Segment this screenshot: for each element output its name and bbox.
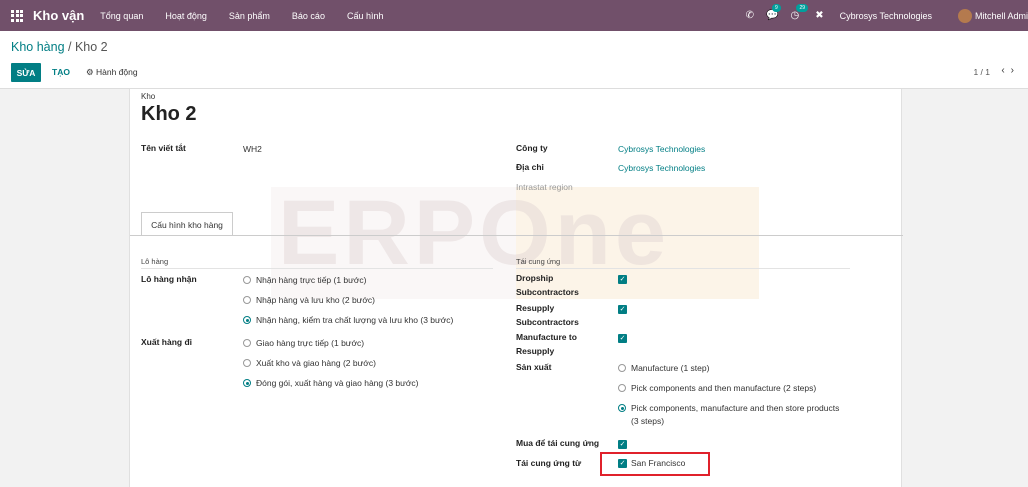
company-link[interactable]: Cybrosys Technologies bbox=[618, 144, 705, 154]
company-label: Công ty bbox=[516, 143, 548, 153]
address-label: Địa chỉ bbox=[516, 162, 544, 172]
buy-resupply-checkbox[interactable]: ✓ bbox=[618, 440, 627, 449]
resupply-from-label: Tái cung ứng từ bbox=[516, 458, 582, 468]
radio-icon bbox=[243, 359, 251, 367]
incoming-option-2-label: Nhập hàng và lưu kho (2 bước) bbox=[256, 295, 376, 305]
menu-reporting[interactable]: Báo cáo bbox=[292, 11, 325, 21]
highlight-box bbox=[600, 452, 710, 476]
radio-icon bbox=[243, 296, 251, 304]
manufacture-option-2-label: Pick components and then manufacture (2 … bbox=[631, 383, 817, 393]
tab-divider bbox=[130, 235, 903, 236]
app-name[interactable]: Kho vận bbox=[33, 8, 84, 23]
shipments-group-line bbox=[141, 268, 493, 269]
resupply-subcontractors-label: Resupply Subcontractors bbox=[516, 303, 579, 327]
resupply-group-line bbox=[516, 268, 850, 269]
radio-icon bbox=[618, 364, 626, 372]
menu-configuration[interactable]: Cấu hình bbox=[347, 11, 384, 21]
chat-icon[interactable]: 💬 9 bbox=[766, 4, 781, 21]
manufacture-option-1-label: Manufacture (1 step) bbox=[631, 363, 710, 373]
control-panel: Kho hàng / Kho 2 SỬA TẠO ⚙ Hành động 1 /… bbox=[0, 31, 1028, 89]
breadcrumb-separator: / bbox=[64, 40, 75, 54]
manufacture-option-1[interactable]: Manufacture (1 step) bbox=[618, 363, 709, 373]
manufacture-option-3-cont: (3 steps) bbox=[631, 416, 665, 426]
outgoing-option-2-label: Xuất kho và giao hàng (2 bước) bbox=[256, 358, 376, 368]
manufacture-option-3[interactable]: Pick components, manufacture and then st… bbox=[618, 403, 839, 413]
avatar[interactable] bbox=[957, 8, 972, 23]
incoming-option-3[interactable]: Nhận hàng, kiểm tra chất lượng và lưu kh… bbox=[243, 315, 453, 325]
radio-selected-icon bbox=[243, 379, 251, 387]
watermark-text: ERPOne bbox=[278, 182, 671, 284]
outgoing-option-3[interactable]: Đóng gói, xuất hàng và giao hàng (3 bước… bbox=[243, 378, 418, 388]
manufacture-option-3-label: Pick components, manufacture and then st… bbox=[631, 403, 840, 413]
short-name-value: WH2 bbox=[243, 144, 262, 154]
incoming-option-1[interactable]: Nhận hàng trực tiếp (1 bước) bbox=[243, 275, 367, 285]
activity-icon[interactable]: ◷ 29 bbox=[790, 4, 809, 21]
breadcrumb-parent[interactable]: Kho hàng bbox=[11, 40, 65, 54]
outgoing-option-1-label: Giao hàng trực tiếp (1 bước) bbox=[256, 338, 365, 348]
create-button[interactable]: TẠO bbox=[52, 67, 70, 77]
resupply-group-title: Tái cung ứng bbox=[516, 257, 561, 266]
warehouse-name: Kho 2 bbox=[141, 103, 197, 125]
dropship-checkbox[interactable]: ✓ bbox=[618, 275, 627, 284]
tab-warehouse-config[interactable]: Cấu hình kho hàng bbox=[141, 212, 233, 236]
incoming-option-1-label: Nhận hàng trực tiếp (1 bước) bbox=[256, 275, 367, 285]
intrastat-label: Intrastat region bbox=[516, 182, 573, 192]
chevron-right-icon[interactable]: › bbox=[1011, 65, 1020, 76]
radio-selected-icon bbox=[618, 404, 626, 412]
chevron-left-icon[interactable]: ‹ bbox=[1001, 65, 1010, 76]
radio-selected-icon bbox=[243, 316, 251, 324]
menu-products[interactable]: Sản phẩm bbox=[229, 11, 270, 21]
address-link[interactable]: Cybrosys Technologies bbox=[618, 163, 705, 173]
manufacture-label: Sản xuất bbox=[516, 362, 552, 372]
activity-badge: 29 bbox=[796, 4, 809, 12]
top-navbar: Kho vận Tổng quan Hoạt động Sản phẩm Báo… bbox=[0, 0, 1028, 31]
incoming-option-3-label: Nhận hàng, kiểm tra chất lượng và lưu kh… bbox=[256, 315, 454, 325]
edit-button[interactable]: SỬA bbox=[11, 63, 41, 82]
incoming-label: Lô hàng nhận bbox=[141, 274, 197, 284]
tools-icon[interactable]: ✖ bbox=[815, 10, 823, 21]
dropship-label: Dropship Subcontractors bbox=[516, 273, 579, 297]
action-button[interactable]: ⚙ Hành động bbox=[86, 67, 138, 78]
outgoing-option-3-label: Đóng gói, xuất hàng và giao hàng (3 bước… bbox=[256, 378, 419, 388]
menu-overview[interactable]: Tổng quan bbox=[100, 11, 143, 21]
manufacture-resupply-checkbox[interactable]: ✓ bbox=[618, 334, 627, 343]
incoming-option-2[interactable]: Nhập hàng và lưu kho (2 bước) bbox=[243, 295, 375, 305]
breadcrumb: Kho hàng / Kho 2 bbox=[11, 40, 108, 54]
radio-icon bbox=[243, 339, 251, 347]
manufacture-option-2[interactable]: Pick components and then manufacture (2 … bbox=[618, 383, 816, 393]
apps-grid-icon[interactable] bbox=[11, 9, 23, 22]
outgoing-option-1[interactable]: Giao hàng trực tiếp (1 bước) bbox=[243, 338, 364, 348]
name-label: Kho bbox=[141, 92, 156, 101]
short-name-label: Tên viết tắt bbox=[141, 143, 186, 153]
chat-badge: 9 bbox=[772, 4, 781, 12]
pager-arrows: ‹› bbox=[1001, 65, 1020, 76]
radio-icon bbox=[618, 384, 626, 392]
menu-operations[interactable]: Hoạt động bbox=[165, 11, 207, 21]
outgoing-option-2[interactable]: Xuất kho và giao hàng (2 bước) bbox=[243, 358, 376, 368]
form-sheet: ERPOne Kho Kho 2 Tên viết tắt WH2 Công t… bbox=[129, 89, 903, 487]
manufacture-resupply-label: Manufacture to Resupply bbox=[516, 332, 577, 356]
company-switcher[interactable]: Cybrosys Technologies bbox=[840, 11, 932, 21]
phone-icon[interactable]: ✆ bbox=[746, 10, 754, 21]
resupply-subcontractors-checkbox[interactable]: ✓ bbox=[618, 305, 627, 314]
pager-value[interactable]: 1 / 1 bbox=[973, 67, 990, 77]
radio-icon bbox=[243, 276, 251, 284]
breadcrumb-current: Kho 2 bbox=[74, 40, 108, 54]
buy-resupply-label: Mua để tái cung ứng bbox=[516, 438, 600, 448]
user-menu[interactable]: Mitchell Admi bbox=[975, 11, 1028, 21]
outgoing-label: Xuất hàng đi bbox=[141, 337, 192, 347]
shipments-group-title: Lô hàng bbox=[141, 257, 169, 266]
